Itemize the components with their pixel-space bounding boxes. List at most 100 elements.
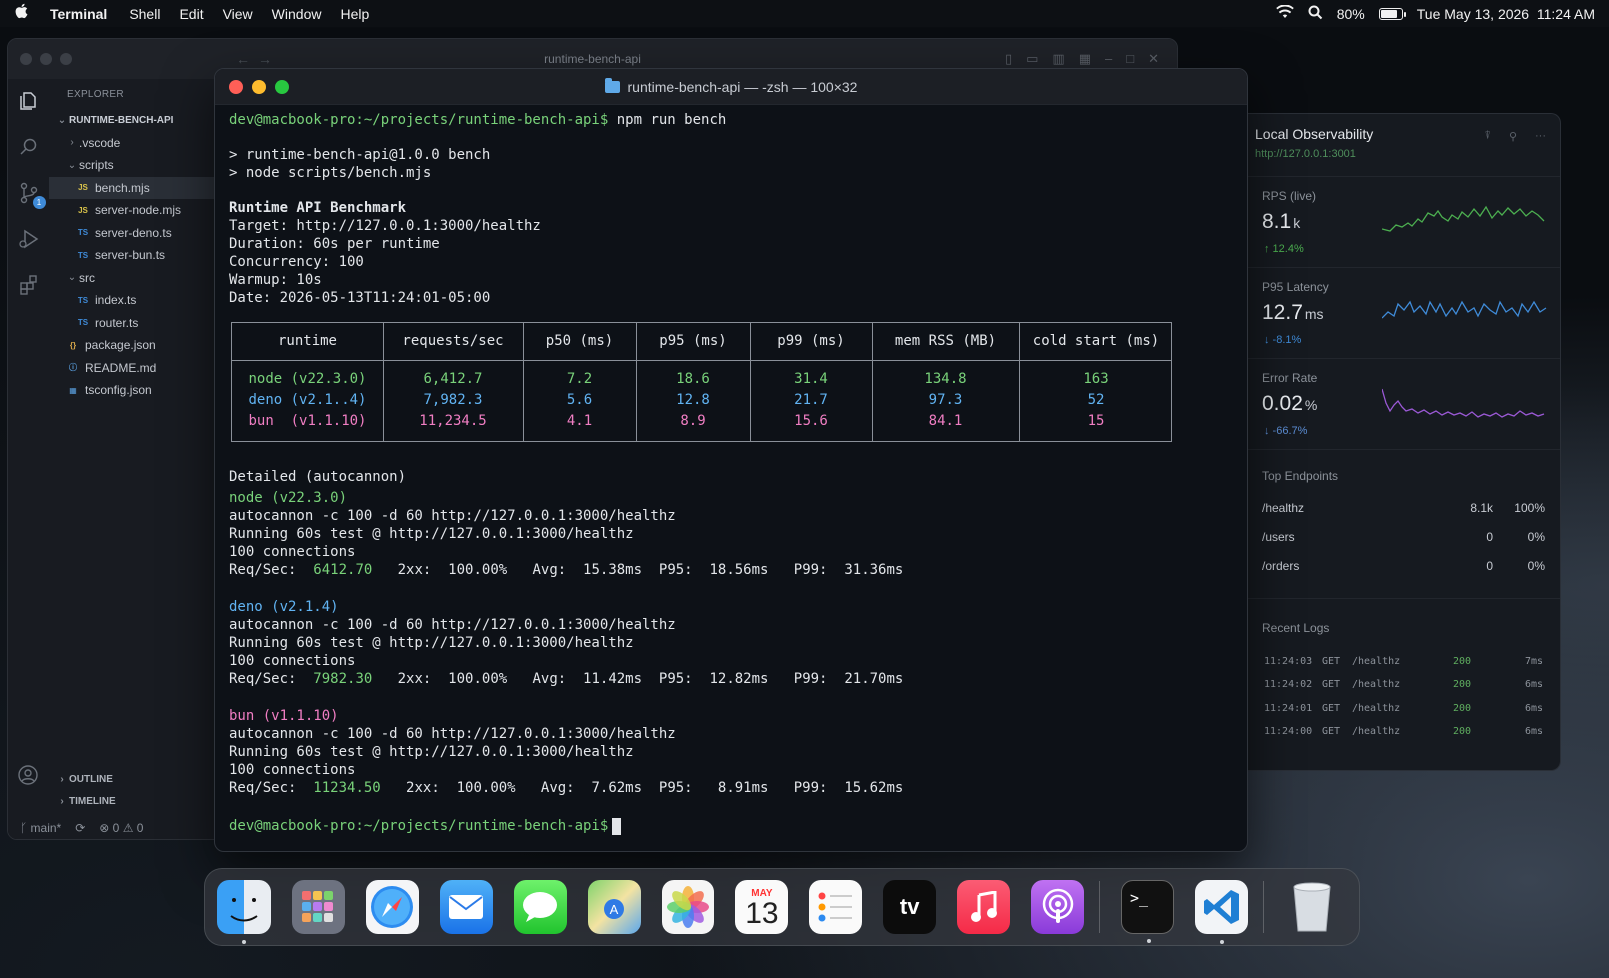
tree-item-label: .vscode: [79, 135, 121, 150]
pin-icon[interactable]: ⚲: [1509, 130, 1517, 143]
trash-icon[interactable]: [1285, 880, 1338, 934]
source-control-icon[interactable]: 1: [17, 181, 46, 209]
menu-help[interactable]: Help: [340, 6, 369, 22]
tree-file[interactable]: TS server-deno.ts: [49, 222, 219, 245]
layout-controls[interactable]: ▯ ▭ ▥ ▦ – □ ✕: [1005, 51, 1159, 67]
tree-file[interactable]: TS server-bun.ts: [49, 244, 219, 267]
mail-icon[interactable]: [439, 880, 493, 934]
search-icon[interactable]: [1308, 5, 1323, 23]
req-sec-line: Req/Sec: 6412.70 2xx: 100.00% Avg: 15.38…: [229, 561, 903, 579]
menu-edit[interactable]: Edit: [179, 6, 203, 22]
table-header-cell: p99 (ms): [777, 333, 845, 349]
toggle-panel-icon[interactable]: ▭: [1026, 51, 1038, 67]
table-cell: 7.2: [566, 371, 593, 387]
connections-line: 100 connections: [229, 653, 356, 669]
file-type-icon: TS: [77, 228, 89, 238]
battery-icon[interactable]: [1378, 7, 1406, 20]
tree-file[interactable]: ⓘ README.md: [49, 357, 219, 380]
minimize-icon[interactable]: –: [1105, 51, 1112, 67]
toggle-sidebar-icon[interactable]: ▯: [1005, 51, 1012, 67]
menu-app-name[interactable]: Terminal: [50, 6, 107, 22]
reminders-icon[interactable]: [809, 880, 863, 934]
close-icon[interactable]: ✕: [1148, 51, 1159, 67]
menubar-clock[interactable]: Tue May 13, 2026 11:24 AM: [1417, 6, 1595, 22]
final-prompt-line: dev@macbook-pro:~/projects/runtime-bench…: [229, 817, 622, 835]
metric-delta: ↓ -66.7%: [1264, 425, 1308, 437]
extensions-icon[interactable]: [17, 273, 41, 297]
photos-icon[interactable]: [661, 880, 715, 934]
tree-folder[interactable]: ⌄ src: [49, 267, 219, 290]
tree-file[interactable]: JS bench.mjs: [49, 176, 219, 199]
file-type-icon: JS: [78, 205, 88, 215]
explorer-icon[interactable]: [17, 89, 41, 113]
tree-item-label: README.md: [85, 360, 157, 375]
chevron-down-icon: ⌄: [67, 159, 77, 171]
more-icon[interactable]: ···: [1535, 130, 1546, 143]
log-status: 200: [1453, 655, 1472, 667]
filter-icon[interactable]: ⍒: [1484, 130, 1491, 143]
apple-tv-icon[interactable]: tv: [883, 880, 937, 934]
log-row[interactable]: 11:24:00 GET/healthz 200 6ms: [1264, 723, 1543, 741]
tree-item-label: server-deno.ts: [95, 225, 172, 240]
log-method: GET: [1322, 679, 1341, 690]
log-row[interactable]: 11:24:03 GET/healthz 200 7ms: [1264, 652, 1543, 670]
menu-window[interactable]: Window: [272, 6, 322, 22]
finder-icon[interactable]: [217, 880, 271, 944]
launchpad-icon[interactable]: [292, 880, 345, 934]
outline-section[interactable]: › OUTLINE: [49, 768, 219, 791]
tree-folder[interactable]: ⌄ scripts: [49, 154, 219, 177]
tree-file[interactable]: TS router.ts: [49, 312, 219, 335]
terminal-output[interactable]: dev@macbook-pro:~/projects/runtime-bench…: [229, 109, 1237, 841]
dock-separator: [1263, 881, 1265, 933]
safari-icon[interactable]: [365, 880, 419, 934]
metric-value: 12.7 ms: [1262, 301, 1324, 324]
log-time: 11:24:02: [1264, 679, 1313, 690]
maximize-icon[interactable]: □: [1126, 51, 1134, 67]
tree-file[interactable]: TS index.ts: [49, 289, 219, 312]
meta-line: Warmup: 10s: [229, 272, 322, 288]
menu-view[interactable]: View: [223, 6, 253, 22]
observability-url[interactable]: http://127.0.0.1:3001: [1255, 148, 1552, 160]
apple-menu-icon[interactable]: [14, 3, 32, 24]
table-cell: 134.8: [924, 371, 967, 387]
log-row[interactable]: 11:24:02 GET/healthz 200 6ms: [1264, 676, 1543, 694]
terminal-titlebar: runtime-bench-api — -zsh — 100×32: [215, 69, 1247, 105]
running-indicator: [1220, 940, 1225, 944]
run-debug-icon[interactable]: [17, 227, 41, 251]
endpoint-row[interactable]: /healthz 8.1k 100%: [1262, 498, 1545, 518]
vscode-app-icon[interactable]: [1195, 880, 1249, 944]
tree-folder[interactable]: › .vscode: [49, 132, 219, 155]
sync-icon[interactable]: ⟳: [75, 821, 85, 835]
tree-file[interactable]: JS server-node.mjs: [49, 199, 219, 222]
menu-shell[interactable]: Shell: [129, 6, 160, 22]
folder-icon: [604, 77, 620, 93]
log-row[interactable]: 11:24:01 GET/healthz 200 6ms: [1264, 699, 1543, 717]
branch-status[interactable]: ᚴ main*: [20, 821, 61, 835]
podcasts-icon[interactable]: [1031, 880, 1084, 934]
endpoint-row[interactable]: /users 0 0%: [1262, 527, 1545, 547]
running-indicator: [242, 940, 246, 944]
observability-panel: Local Observability http://127.0.0.1:300…: [1247, 113, 1561, 771]
tree-item-label: server-node.mjs: [95, 203, 182, 218]
account-icon[interactable]: [16, 763, 40, 787]
search-icon[interactable]: [17, 135, 41, 159]
layout-grid-icon[interactable]: ▦: [1079, 51, 1091, 67]
calendar-icon[interactable]: MAY 13: [735, 880, 789, 934]
messages-icon[interactable]: [513, 880, 567, 934]
terminal-app-icon[interactable]: >_: [1120, 880, 1175, 943]
benchmark-table: runtime requests/sec p50 (ms) p95 (ms) p99 (…: [231, 322, 1172, 442]
metric-value: 0.02%: [1262, 392, 1318, 415]
tree-file[interactable]: {} package.json: [49, 334, 219, 357]
problems-status[interactable]: ⊗ 0 ⚠ 0: [99, 821, 143, 835]
tree-file[interactable]: ▦ tsconfig.json: [49, 379, 219, 402]
metric-label: P95 Latency: [1262, 280, 1329, 294]
timeline-section[interactable]: › TIMELINE: [49, 791, 219, 814]
project-root[interactable]: ⌄ RUNTIME-BENCH-API: [49, 109, 219, 132]
maps-icon[interactable]: A: [587, 880, 641, 934]
table-cell: 7,982.3: [423, 392, 483, 408]
split-editor-icon[interactable]: ▥: [1052, 51, 1064, 67]
endpoint-row[interactable]: /orders 0 0%: [1262, 556, 1545, 576]
connections-line: 100 connections: [229, 762, 356, 778]
music-icon[interactable]: [957, 880, 1011, 934]
wifi-icon[interactable]: [1275, 4, 1294, 22]
